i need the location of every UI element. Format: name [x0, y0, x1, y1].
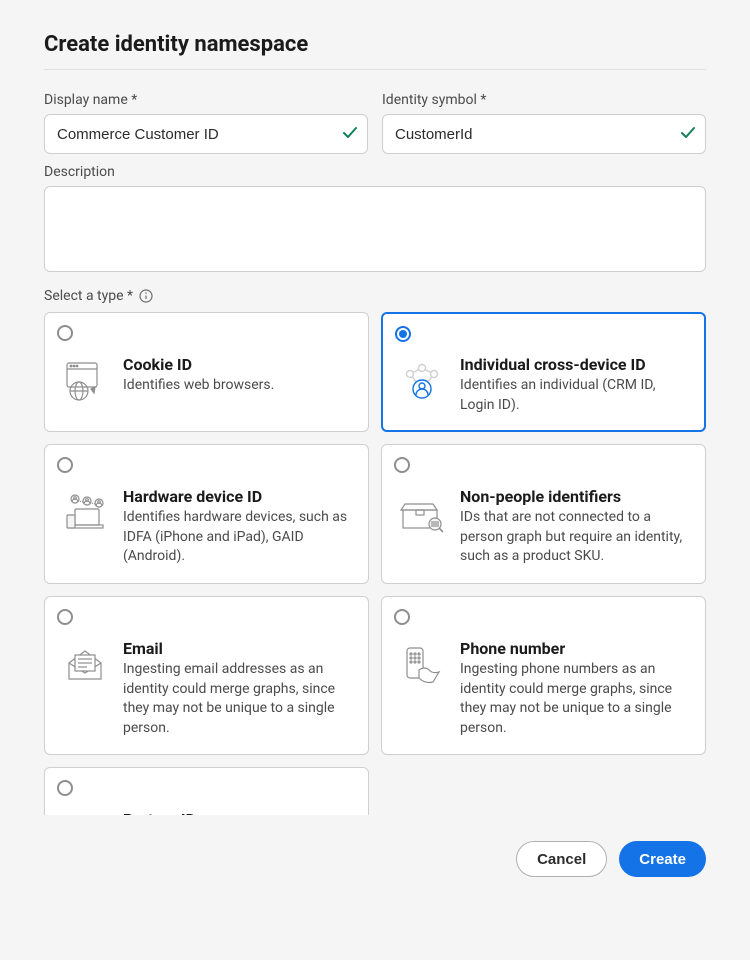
radio-button[interactable] — [57, 325, 73, 341]
type-card-hardware-device-id[interactable]: Hardware device ID Identifies hardware d… — [44, 444, 369, 584]
card-desc: Identifies an individual (CRM ID, Login … — [460, 376, 691, 415]
globe-window-icon — [59, 355, 111, 407]
card-desc: Identifies web browsers. — [123, 376, 354, 396]
type-card-phone-number[interactable]: Phone number Ingesting phone numbers as … — [381, 596, 706, 755]
radio-button[interactable] — [394, 609, 410, 625]
dialog-footer: Cancel Create — [0, 815, 750, 877]
identity-symbol-label: Identity symbol — [382, 92, 706, 108]
type-card-non-people-identifiers[interactable]: Non-people identifiers IDs that are not … — [381, 444, 706, 584]
card-title: Non-people identifiers — [460, 487, 691, 506]
envelope-icon — [59, 639, 111, 691]
card-title: Individual cross-device ID — [460, 355, 691, 374]
card-title: Partner ID — [123, 810, 354, 815]
card-title: Hardware device ID — [123, 487, 354, 506]
type-grid: Cookie ID Identifies web browsers. — [44, 312, 706, 815]
card-desc: IDs that are not connected to a person g… — [460, 508, 691, 567]
select-type-label: Select a type — [44, 288, 706, 304]
identity-symbol-input[interactable] — [382, 114, 706, 154]
dialog-title: Create identity namespace — [44, 32, 706, 70]
card-title: Email — [123, 639, 354, 658]
description-input[interactable] — [44, 186, 706, 272]
create-namespace-dialog: Create identity namespace Display name I… — [0, 0, 750, 815]
display-name-label: Display name — [44, 92, 368, 108]
radio-button[interactable] — [57, 780, 73, 796]
type-card-partner-id[interactable]: Partner ID — [44, 767, 369, 815]
person-graph-icon — [396, 355, 448, 407]
description-label: Description — [44, 164, 706, 180]
cancel-button[interactable]: Cancel — [516, 841, 607, 877]
identity-symbol-field: Identity symbol — [382, 92, 706, 154]
checkmark-icon — [342, 124, 358, 144]
card-title: Cookie ID — [123, 355, 354, 374]
card-desc: Ingesting phone numbers as an identity c… — [460, 660, 691, 738]
devices-icon — [59, 487, 111, 539]
box-barcode-icon — [396, 487, 448, 539]
radio-button[interactable] — [394, 457, 410, 473]
create-button[interactable]: Create — [619, 841, 706, 877]
display-name-field: Display name — [44, 92, 368, 154]
type-card-email[interactable]: Email Ingesting email addresses as an id… — [44, 596, 369, 755]
card-title: Phone number — [460, 639, 691, 658]
display-name-input[interactable] — [44, 114, 368, 154]
info-icon[interactable] — [139, 289, 153, 303]
partner-icon — [59, 810, 111, 815]
type-card-cross-device-id[interactable]: Individual cross-device ID Identifies an… — [381, 312, 706, 432]
card-desc: Identifies hardware devices, such as IDF… — [123, 508, 354, 567]
phone-hand-icon — [396, 639, 448, 691]
radio-button[interactable] — [395, 326, 411, 342]
top-fields-row: Display name Identity symbol — [44, 92, 706, 154]
type-card-cookie-id[interactable]: Cookie ID Identifies web browsers. — [44, 312, 369, 432]
description-field: Description — [44, 164, 706, 272]
radio-button[interactable] — [57, 609, 73, 625]
card-desc: Ingesting email addresses as an identity… — [123, 660, 354, 738]
radio-button[interactable] — [57, 457, 73, 473]
checkmark-icon — [680, 124, 696, 144]
